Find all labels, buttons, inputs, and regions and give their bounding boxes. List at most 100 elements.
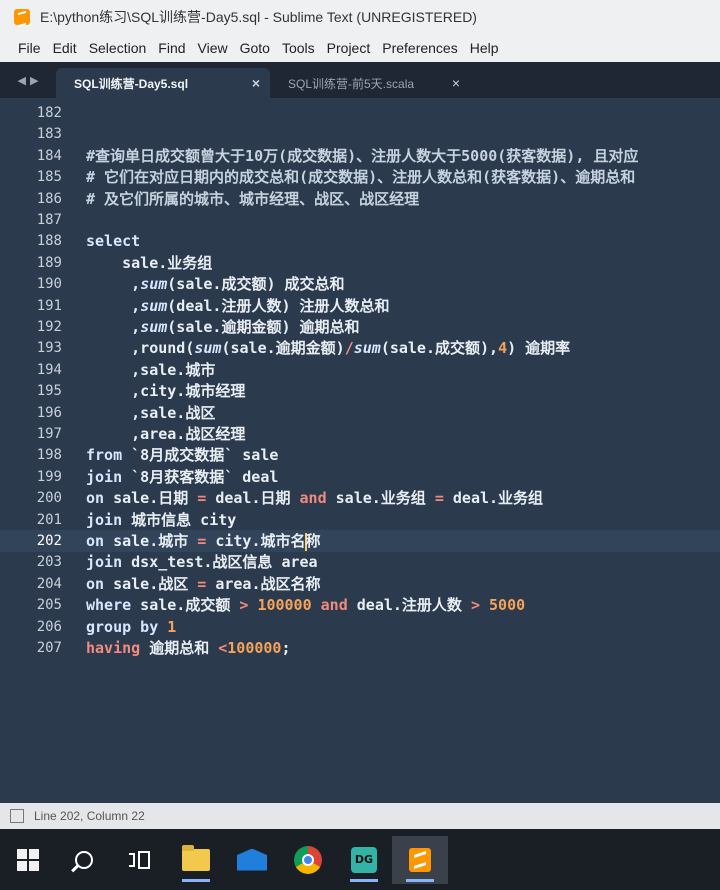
line-number: 195 bbox=[36, 383, 62, 400]
code-line[interactable]: ,sale.城市 bbox=[86, 360, 215, 381]
code-line[interactable]: having 逾期总和 <100000; bbox=[86, 638, 291, 659]
menu-selection[interactable]: Selection bbox=[83, 40, 153, 56]
menu-tools[interactable]: Tools bbox=[276, 40, 321, 56]
code-line[interactable]: # 及它们所属的城市、城市经理、战区、战区经理 bbox=[86, 189, 419, 210]
datagrip-button[interactable]: DG bbox=[336, 836, 392, 884]
code-token: sum bbox=[353, 339, 381, 358]
menu-preferences[interactable]: Preferences bbox=[376, 40, 463, 56]
sublime-text-icon bbox=[409, 847, 431, 872]
menu-view[interactable]: View bbox=[192, 40, 234, 56]
task-view-button[interactable] bbox=[112, 836, 168, 884]
code-token: ,sale.战区 bbox=[86, 403, 216, 422]
code-line[interactable]: ,sum(sale.逾期金额) 逾期总和 bbox=[86, 317, 360, 338]
mail-button[interactable] bbox=[224, 836, 280, 884]
code-line[interactable]: on sale.日期 = deal.日期 and sale.业务组 = deal… bbox=[86, 488, 543, 509]
code-line[interactable]: on sale.战区 = area.战区名称 bbox=[86, 574, 321, 595]
code-line[interactable]: join `8月获客数据` deal bbox=[86, 467, 278, 488]
code-token: deal.注册人数 bbox=[347, 596, 471, 615]
code-token: join bbox=[86, 553, 123, 572]
line-number: 193 bbox=[36, 340, 62, 357]
running-indicator bbox=[182, 878, 210, 882]
code-line[interactable]: join dsx_test.战区信息 area bbox=[86, 552, 318, 573]
code-token: and bbox=[320, 596, 348, 615]
code-token: `8月成交数据` sale bbox=[122, 446, 279, 465]
code-line[interactable]: join 城市信息 city bbox=[86, 510, 236, 531]
code-token: (sale.成交额), bbox=[380, 339, 499, 358]
line-number: 202 bbox=[36, 533, 62, 549]
code-token: < bbox=[218, 639, 228, 657]
code-token: sum bbox=[194, 339, 222, 358]
code-token: (deal.注册人数) 注册人数总和 bbox=[167, 296, 390, 315]
running-indicator bbox=[406, 878, 434, 882]
tab-bar: ◀ ▶ SQL训练营-Day5.sql × SQL训练营-前5天.scala × bbox=[0, 62, 720, 98]
code-token: on bbox=[86, 489, 105, 508]
code-editor[interactable]: 182 183 184 185 186 187 188 189 190 191 192 193 194 1… bbox=[0, 98, 720, 803]
code-token: where bbox=[86, 596, 132, 615]
code-token: 称 bbox=[305, 532, 321, 550]
start-button[interactable] bbox=[0, 836, 56, 884]
code-line[interactable]: ,sale.战区 bbox=[86, 403, 215, 424]
code-line[interactable]: ,sum(sale.成交额) 成交总和 bbox=[86, 274, 344, 295]
code-token: (sale.逾期金额) 逾期总和 bbox=[167, 318, 360, 336]
code-line[interactable]: where sale.成交额 > 100000 and deal.注册人数 > … bbox=[86, 595, 525, 616]
title-bar: E:\python练习\SQL训练营-Day5.sql - Sublime Te… bbox=[0, 0, 720, 34]
code-token: 100000 bbox=[257, 596, 312, 615]
tab-next-icon[interactable]: ▶ bbox=[30, 74, 38, 87]
code-token: = bbox=[197, 489, 207, 508]
window-title: E:\python练习\SQL训练营-Day5.sql - Sublime Te… bbox=[40, 9, 477, 25]
windows-start-icon bbox=[17, 848, 39, 871]
line-number: 204 bbox=[36, 575, 62, 592]
code-token: ) 逾期率 bbox=[507, 339, 571, 358]
tab-navigation: ◀ ▶ bbox=[0, 62, 56, 98]
code-line[interactable]: sale.业务组 bbox=[86, 253, 212, 274]
menu-project[interactable]: Project bbox=[321, 40, 377, 56]
search-button[interactable] bbox=[56, 836, 112, 884]
code-line[interactable]: ,city.城市经理 bbox=[86, 381, 245, 402]
line-number: 188 bbox=[36, 233, 62, 250]
code-token: , bbox=[86, 318, 141, 336]
line-number: 199 bbox=[36, 468, 62, 485]
code-line[interactable]: group by 1 bbox=[86, 617, 176, 638]
code-line[interactable]: ,sum(deal.注册人数) 注册人数总和 bbox=[86, 296, 390, 317]
menu-help[interactable]: Help bbox=[464, 40, 505, 56]
chrome-button[interactable] bbox=[280, 836, 336, 884]
code-line[interactable]: ,area.战区经理 bbox=[86, 424, 245, 445]
line-number: 182 bbox=[36, 105, 62, 121]
line-number: 184 bbox=[36, 147, 62, 164]
line-number: 207 bbox=[36, 640, 62, 656]
code-token: # 它们在对应日期内的成交总和(成交数据)、注册人数总和(获客数据)、逾期总和 bbox=[86, 168, 636, 187]
panel-toggle-icon[interactable] bbox=[10, 809, 24, 823]
menu-find[interactable]: Find bbox=[152, 40, 191, 56]
menu-edit[interactable]: Edit bbox=[47, 40, 83, 56]
code-token: = bbox=[197, 532, 207, 550]
sublime-text-button[interactable] bbox=[392, 835, 448, 884]
line-number: 201 bbox=[36, 511, 62, 528]
close-icon[interactable]: × bbox=[252, 75, 260, 91]
sublime-text-icon bbox=[14, 9, 30, 25]
tab-scala-5days[interactable]: SQL训练营-前5天.scala × bbox=[270, 68, 470, 98]
code-token: 100000 bbox=[227, 639, 282, 657]
line-number-gutter: 182 183 184 185 186 187 188 189 190 191 192 193 194 1… bbox=[0, 98, 72, 803]
code-line[interactable]: # 它们在对应日期内的成交总和(成交数据)、注册人数总和(获客数据)、逾期总和 bbox=[86, 167, 635, 188]
line-number: 200 bbox=[36, 490, 62, 507]
code-line[interactable]: ,round(sum(sale.逾期金额)/sum(sale.成交额),4) 逾… bbox=[86, 338, 570, 359]
code-line[interactable]: from `8月成交数据` sale bbox=[86, 445, 278, 466]
code-line[interactable]: on sale.城市 = city.城市名称 bbox=[86, 531, 321, 552]
datagrip-icon: DG bbox=[351, 846, 377, 873]
file-explorer-button[interactable] bbox=[168, 836, 224, 884]
code-token: # 及它们所属的城市、城市经理、战区、战区经理 bbox=[86, 189, 420, 208]
tab-sql-day5[interactable]: SQL训练营-Day5.sql × bbox=[56, 68, 270, 98]
tab-prev-icon[interactable]: ◀ bbox=[18, 74, 26, 87]
code-token: from bbox=[86, 446, 123, 465]
close-icon[interactable]: × bbox=[452, 75, 460, 91]
code-line[interactable]: select bbox=[86, 231, 140, 252]
code-token: , bbox=[86, 275, 141, 294]
code-token: join bbox=[86, 510, 123, 529]
menu-goto[interactable]: Goto bbox=[234, 40, 276, 56]
code-token: ,city.城市经理 bbox=[86, 382, 246, 401]
code-token: ,sale.城市 bbox=[86, 360, 216, 379]
code-line[interactable]: #查询单日成交额曾大于10万(成交数据)、注册人数大于5000(获客数据), 且… bbox=[86, 146, 638, 167]
code-token: on bbox=[86, 532, 105, 550]
menu-file[interactable]: File bbox=[0, 40, 47, 56]
